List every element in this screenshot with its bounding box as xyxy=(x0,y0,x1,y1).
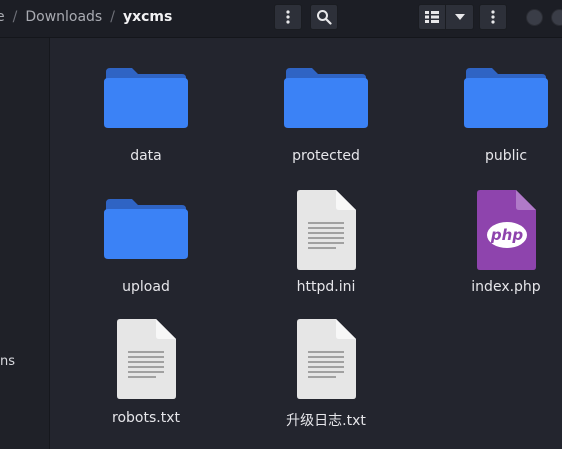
folder-icon xyxy=(431,38,562,138)
file-item[interactable]: protected xyxy=(251,38,401,164)
file-name: data xyxy=(130,148,162,164)
breadcrumb-clipped-segment[interactable]: e xyxy=(0,9,5,25)
maximize-button[interactable] xyxy=(551,9,562,26)
file-name: index.php xyxy=(471,279,541,295)
chevron-down-icon xyxy=(454,14,465,20)
folder-icon xyxy=(71,169,221,269)
list-view-icon xyxy=(425,11,439,23)
view-options-dropdown[interactable] xyxy=(446,4,474,30)
breadcrumb-separator: / xyxy=(12,9,18,25)
path-menu-button[interactable] xyxy=(274,4,302,30)
breadcrumb-current[interactable]: yxcms xyxy=(123,9,172,25)
file-grid: data protected public upload httpd.ini p… xyxy=(50,38,562,449)
folder-icon xyxy=(251,38,401,138)
file-manager-window: e / Downloads / yxcms ns data protected … xyxy=(0,0,562,449)
text-document-icon xyxy=(251,300,401,400)
file-name: public xyxy=(484,148,528,164)
file-item[interactable]: data xyxy=(71,38,221,164)
file-item[interactable]: httpd.ini xyxy=(251,169,401,295)
breadcrumb: e / Downloads / yxcms xyxy=(0,0,172,34)
folder-icon xyxy=(71,38,221,138)
vertical-ellipsis-icon xyxy=(491,10,495,24)
file-item[interactable]: upload xyxy=(71,169,221,295)
text-document-icon xyxy=(71,300,221,400)
view-mode-button[interactable] xyxy=(418,4,446,30)
breadcrumb-downloads[interactable]: Downloads xyxy=(25,9,102,25)
file-item[interactable]: robots.txt xyxy=(71,300,221,426)
sidebar-item-label[interactable]: ns xyxy=(0,354,15,369)
file-name: robots.txt xyxy=(112,410,180,426)
header-bar: e / Downloads / yxcms xyxy=(0,0,562,38)
file-item[interactable]: php index.php xyxy=(431,169,562,295)
file-item[interactable]: 升级日志.txt xyxy=(251,300,401,429)
file-name: upload xyxy=(122,279,170,295)
file-name: 升级日志.txt xyxy=(286,413,366,429)
breadcrumb-separator: / xyxy=(110,9,115,25)
php-badge: php xyxy=(490,226,523,244)
search-button[interactable] xyxy=(310,4,338,30)
search-icon xyxy=(317,10,332,25)
php-file-icon: php xyxy=(431,169,562,270)
vertical-ellipsis-icon xyxy=(286,10,290,24)
text-document-icon xyxy=(251,169,401,270)
file-name: protected xyxy=(292,148,360,164)
sidebar: ns xyxy=(0,38,50,449)
file-item[interactable]: public xyxy=(431,38,562,164)
main-menu-button[interactable] xyxy=(479,4,507,30)
file-name: httpd.ini xyxy=(296,279,356,295)
minimize-button[interactable] xyxy=(526,9,543,26)
